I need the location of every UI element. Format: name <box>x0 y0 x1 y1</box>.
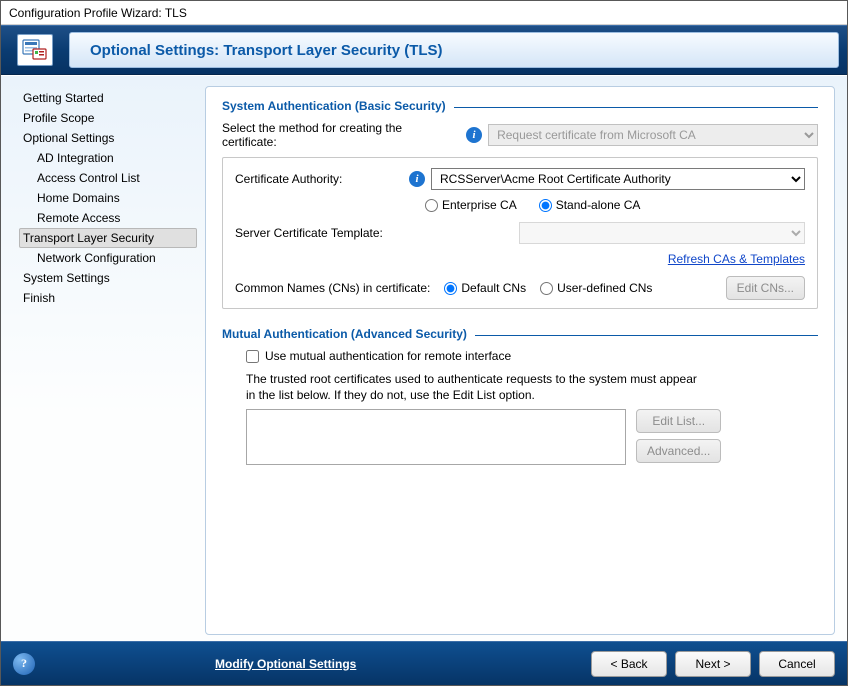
ca-label: Certificate Authority: <box>235 172 403 186</box>
wizard-icon <box>17 34 53 66</box>
section-mutual-auth-title: Mutual Authentication (Advanced Security… <box>222 327 467 341</box>
nav-remote-access[interactable]: Remote Access <box>19 208 197 228</box>
ca-type-enterprise[interactable]: Enterprise CA <box>425 198 517 212</box>
nav-network-config[interactable]: Network Configuration <box>19 248 197 268</box>
content-panel: System Authentication (Basic Security) S… <box>205 86 835 635</box>
section-system-auth-title: System Authentication (Basic Security) <box>222 99 446 113</box>
cn-label: Common Names (CNs) in certificate: <box>235 281 430 295</box>
nav-optional-settings[interactable]: Optional Settings <box>19 128 197 148</box>
template-label: Server Certificate Template: <box>235 226 403 240</box>
radio-enterprise-ca-label: Enterprise CA <box>442 198 517 212</box>
nav-ad-integration[interactable]: AD Integration <box>19 148 197 168</box>
radio-user-cns-label: User-defined CNs <box>557 281 652 295</box>
page-title: Optional Settings: Transport Layer Secur… <box>90 42 443 59</box>
wizard-header: Optional Settings: Transport Layer Secur… <box>1 25 847 75</box>
cn-default-option[interactable]: Default CNs <box>444 281 526 295</box>
mutual-auth-checkbox-label: Use mutual authentication for remote int… <box>265 349 511 363</box>
trusted-root-list[interactable] <box>246 409 626 465</box>
advanced-button: Advanced... <box>636 439 721 463</box>
modify-optional-settings-link[interactable]: Modify Optional Settings <box>215 657 356 671</box>
nav-finish[interactable]: Finish <box>19 288 197 308</box>
next-button[interactable]: Next > <box>675 651 751 677</box>
nav-tls[interactable]: Transport Layer Security <box>19 228 197 248</box>
radio-standalone-ca[interactable] <box>539 199 552 212</box>
radio-user-cns[interactable] <box>540 282 553 295</box>
nav-getting-started[interactable]: Getting Started <box>19 88 197 108</box>
nav-system-settings[interactable]: System Settings <box>19 268 197 288</box>
radio-standalone-ca-label: Stand-alone CA <box>556 198 641 212</box>
refresh-cas-link[interactable]: Refresh CAs & Templates <box>668 252 805 266</box>
radio-enterprise-ca[interactable] <box>425 199 438 212</box>
wizard-nav: Getting Started Profile Scope Optional S… <box>13 86 197 635</box>
edit-cns-button: Edit CNs... <box>726 276 805 300</box>
template-select <box>519 222 805 244</box>
mutual-auth-checkbox[interactable] <box>246 350 259 363</box>
back-button[interactable]: < Back <box>591 651 667 677</box>
cancel-button[interactable]: Cancel <box>759 651 835 677</box>
cert-method-select: Request certificate from Microsoft CA <box>488 124 818 146</box>
info-icon[interactable]: i <box>409 171 425 187</box>
nav-profile-scope[interactable]: Profile Scope <box>19 108 197 128</box>
help-icon[interactable]: ? <box>13 653 35 675</box>
ca-type-standalone[interactable]: Stand-alone CA <box>539 198 641 212</box>
radio-default-cns-label: Default CNs <box>461 281 526 295</box>
mutual-auth-desc: The trusted root certificates used to au… <box>246 371 708 403</box>
cn-user-option[interactable]: User-defined CNs <box>540 281 652 295</box>
edit-list-button: Edit List... <box>636 409 721 433</box>
info-icon[interactable]: i <box>466 127 482 143</box>
radio-default-cns[interactable] <box>444 282 457 295</box>
ca-group: Certificate Authority: i RCSServer\Acme … <box>222 157 818 309</box>
wizard-footer: ? Modify Optional Settings < Back Next >… <box>1 641 847 685</box>
ca-select[interactable]: RCSServer\Acme Root Certificate Authorit… <box>431 168 805 190</box>
nav-home-domains[interactable]: Home Domains <box>19 188 197 208</box>
cert-method-label: Select the method for creating the certi… <box>222 121 460 149</box>
window-title: Configuration Profile Wizard: TLS <box>1 1 847 25</box>
nav-acl[interactable]: Access Control List <box>19 168 197 188</box>
